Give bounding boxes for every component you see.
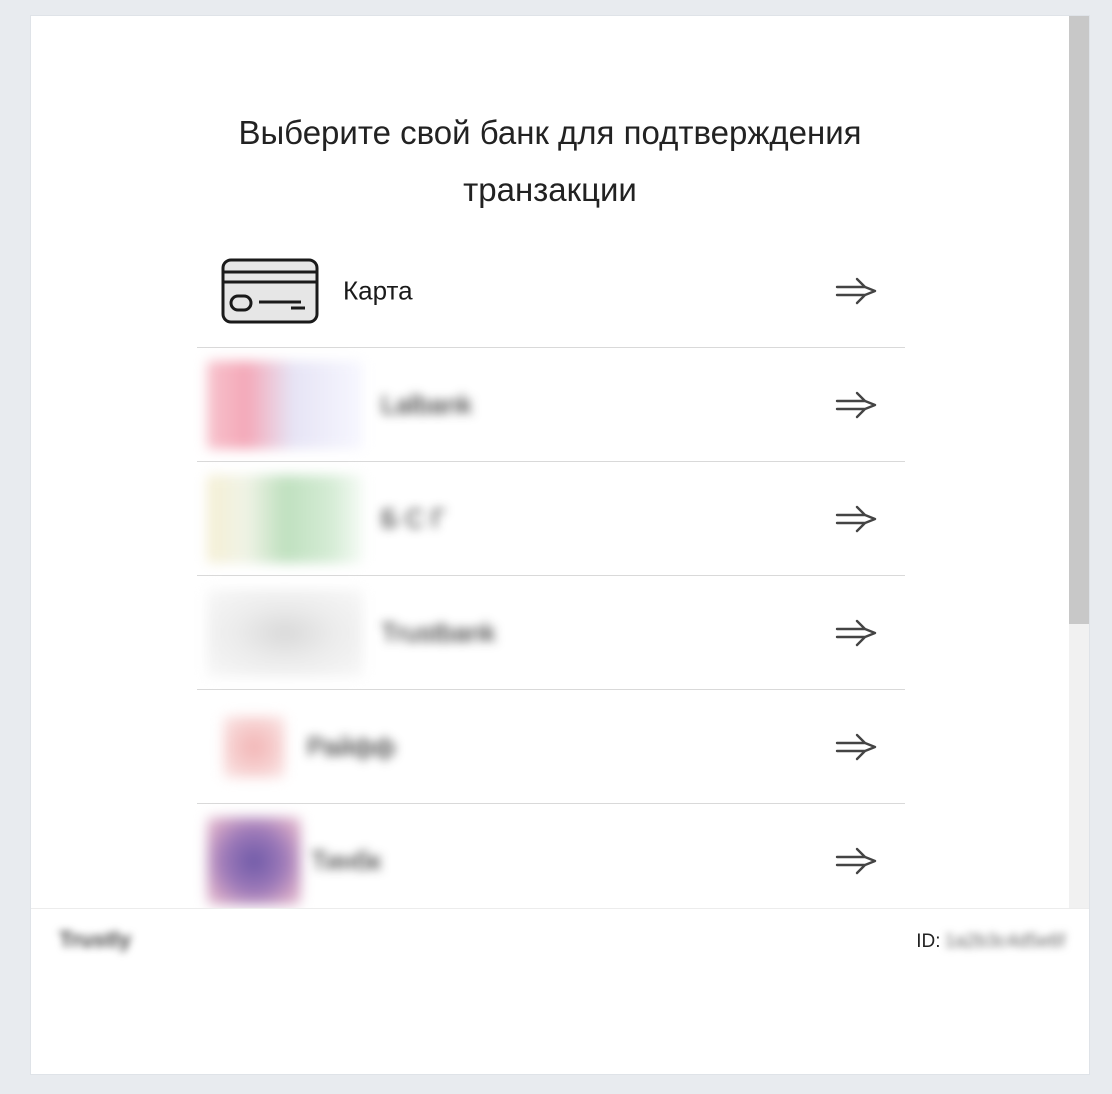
bank-option-label: Райфф: [307, 731, 396, 761]
bank-logo: [207, 360, 363, 449]
title-line-1: Выберите свой банк для подтверждения: [238, 114, 862, 151]
bank-logo: [207, 817, 301, 905]
bank-logo: [207, 588, 363, 677]
bank-option-4[interactable]: Райфф: [197, 690, 905, 804]
arrow-right-icon: [835, 619, 877, 646]
page-title: Выберите свой банк для подтверждения тра…: [31, 104, 1069, 218]
bank-option-label: Карта: [343, 275, 413, 305]
bank-option-label: Б С Г: [381, 503, 446, 533]
arrow-right-icon: [835, 847, 877, 875]
bank-option-5[interactable]: Тинбк: [197, 804, 905, 908]
vertical-scrollbar[interactable]: [1069, 16, 1089, 908]
bank-option-label: Тинбк: [311, 845, 381, 876]
bank-option-3[interactable]: Trustbank: [197, 576, 905, 690]
bank-logo: [223, 715, 285, 778]
payment-frame: Выберите свой банк для подтверждения тра…: [30, 15, 1090, 1075]
bank-logo: [207, 474, 363, 563]
arrow-right-icon: [835, 505, 877, 532]
scrollbar-thumb[interactable]: [1069, 16, 1089, 624]
credit-card-icon: [221, 258, 319, 323]
bank-option-label: Trustbank: [381, 617, 496, 647]
arrow-right-icon: [835, 733, 877, 760]
bank-option-2[interactable]: Б С Г: [197, 462, 905, 576]
bank-selection-scroll-area[interactable]: Выберите свой банк для подтверждения тра…: [31, 16, 1069, 908]
title-line-2: транзакции: [463, 171, 637, 208]
transaction-id-label: ID:: [916, 931, 941, 952]
arrow-right-icon: [835, 391, 877, 418]
transaction-id-value: 1a2b3c4d5e6f: [944, 931, 1065, 952]
bank-option-card[interactable]: Карта: [197, 234, 905, 348]
bank-option-1[interactable]: Lalbank: [197, 348, 905, 462]
bank-option-label: Lalbank: [381, 389, 473, 419]
arrow-right-icon: [835, 277, 877, 304]
footer: Trustly ID: 1a2b3c4d5e6f: [31, 908, 1089, 1074]
transaction-id: ID: 1a2b3c4d5e6f: [916, 931, 1065, 953]
footer-brand-logo: Trustly: [59, 927, 132, 952]
bank-list: Карта Lalbank Б С Г Trustbank Райфф Тинб…: [197, 234, 905, 908]
